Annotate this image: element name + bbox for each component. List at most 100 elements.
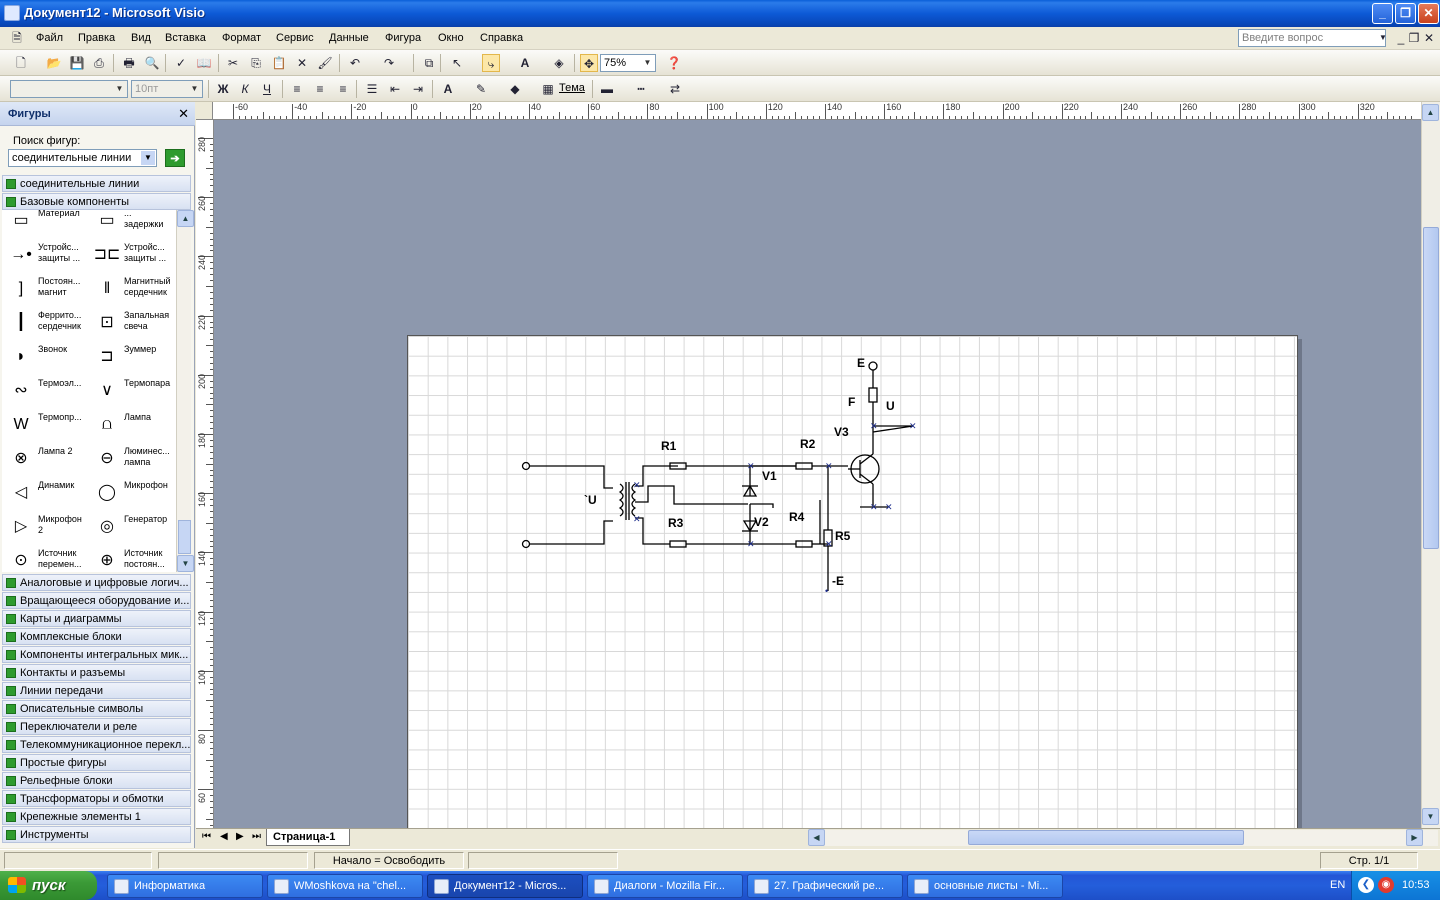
text-tool-icon[interactable]: A [516, 54, 534, 72]
shape-material[interactable]: ▭ Материал [2, 210, 86, 238]
zoom-select[interactable]: 75% ▼ [600, 54, 656, 72]
task-informatika[interactable]: Информатика [107, 874, 263, 898]
redo-icon[interactable]: ↷ [380, 54, 398, 72]
close-icon[interactable]: ✕ [178, 106, 189, 122]
stencil-item[interactable]: Телекоммуникационное перекл... [2, 736, 191, 753]
shape-permanent-magnet[interactable]: ] Постоян... магнит [2, 272, 86, 306]
stencil-item[interactable]: Простые фигуры [2, 754, 191, 771]
task-wmoshkova[interactable]: WMoshkova на "chel... [267, 874, 423, 898]
align-center-icon[interactable]: ≡ [311, 80, 329, 98]
menu-shape[interactable]: Фигура [385, 32, 421, 44]
menu-window[interactable]: Окно [438, 32, 464, 44]
horizontal-scroll-thumb[interactable] [968, 830, 1244, 845]
clock[interactable]: 10:53 [1402, 879, 1430, 891]
shape-bell[interactable]: ◗ Звонок [2, 340, 86, 374]
scroll-right-icon[interactable]: ▶ [1406, 829, 1423, 846]
format-painter-icon[interactable]: 🖌 [316, 54, 334, 72]
print-icon[interactable]: 🖶 [120, 54, 138, 72]
align-right-icon[interactable]: ≡ [334, 80, 352, 98]
help-dropdown-icon[interactable]: ▼ [1374, 29, 1392, 47]
scroll-thumb[interactable] [178, 520, 191, 554]
prev-page-icon[interactable]: ◀ [220, 831, 228, 842]
search-shapes-input[interactable]: соединительные линии ▼ [8, 149, 157, 167]
shape-thermocouple[interactable]: ∨ Термопара [88, 374, 172, 408]
stamp-tool-icon[interactable]: ◈ [550, 54, 568, 72]
stencil-item[interactable]: Компоненты интегральных мик... [2, 646, 191, 663]
delete-icon[interactable]: ✕ [293, 54, 311, 72]
paste-icon[interactable]: 📋 [270, 54, 288, 72]
vertical-scrollbar[interactable]: ▲ ▼ [1421, 102, 1440, 828]
shape-spark-plug[interactable]: ⊡ Запальная свеча [88, 306, 172, 340]
theme-button[interactable]: Тема [559, 82, 585, 94]
line-weight-icon[interactable]: ▬ [598, 80, 616, 98]
scroll-down-icon[interactable]: ▼ [1422, 808, 1439, 825]
stencil-item[interactable]: Рельефные блоки [2, 772, 191, 789]
shape-lamp[interactable]: ⩍ Лампа [88, 408, 172, 442]
shape-dc-source[interactable]: ⊕ Источник постоян... [88, 544, 172, 572]
shape-ferrite-core[interactable]: ┃ Феррито... сердечник [2, 306, 86, 340]
decrease-indent-icon[interactable]: ⇤ [386, 80, 404, 98]
permission-icon[interactable]: ⎙ [90, 54, 108, 72]
print-preview-icon[interactable]: 🔍 [143, 54, 161, 72]
horizontal-ruler[interactable]: -60 -40 -20 0 20 40 60 80 100 120 140 160 180 200 220 2… [213, 102, 1421, 120]
line-ends-icon[interactable]: ⇄ [666, 80, 684, 98]
shape-ac-source[interactable]: ⊙ Источник перемен... [2, 544, 86, 572]
increase-indent-icon[interactable]: ⇥ [409, 80, 427, 98]
open-icon[interactable]: 📂 [45, 54, 63, 72]
line-color-icon[interactable]: ✎ [472, 80, 490, 98]
task-osnovnye[interactable]: основные листы - Mi... [907, 874, 1063, 898]
font-name-select[interactable]: ▼ [10, 80, 128, 98]
shapes-window-icon[interactable]: ⧉ [420, 54, 438, 72]
italic-icon[interactable]: К [236, 80, 254, 98]
shape-lamp-2[interactable]: ⊗ Лампа 2 [2, 442, 86, 476]
horizontal-scrollbar[interactable]: ◀ ▶ [808, 829, 1438, 846]
underline-icon[interactable]: Ч [258, 80, 276, 98]
menu-help[interactable]: Справка [480, 32, 523, 44]
tab-page-1[interactable]: Страница-1 [266, 829, 350, 846]
stencil-item[interactable]: Вращающееся оборудование и... [2, 592, 191, 609]
shape-fluorescent-lamp[interactable]: ⊖ Люминес... лампа [88, 442, 172, 476]
visio-app-icon[interactable] [4, 5, 20, 21]
stencil-basic-components[interactable]: Базовые компоненты [2, 193, 191, 210]
task-word[interactable]: 27. Графический ре... [747, 874, 903, 898]
menu-insert[interactable]: Вставка [165, 32, 206, 44]
help-icon[interactable]: ❓ [665, 54, 683, 72]
save-icon[interactable]: 💾 [68, 54, 86, 72]
menu-edit[interactable]: Правка [78, 32, 115, 44]
vertical-ruler[interactable]: 280 260 240 220 200 180 160 140 120 100 80 60 [196, 120, 214, 828]
first-page-icon[interactable]: ⏮ [202, 831, 211, 842]
shape-protection-1[interactable]: →• Устройс... защиты ... [2, 238, 86, 272]
stencil-item[interactable]: Трансформаторы и обмотки [2, 790, 191, 807]
restore-button[interactable]: ❐ [1395, 3, 1416, 24]
task-visio[interactable]: Документ12 - Micros... [427, 874, 583, 898]
shape-microphone-2[interactable]: ▷ Микрофон 2 [2, 510, 86, 544]
start-button[interactable]: пуск [0, 871, 97, 900]
last-page-icon[interactable]: ⏭ [252, 831, 261, 842]
antivirus-icon[interactable]: ◉ [1378, 877, 1394, 893]
spelling-icon[interactable]: ✓ [172, 54, 190, 72]
bold-icon[interactable]: Ж [214, 80, 232, 98]
font-color-icon[interactable]: A [439, 80, 457, 98]
stencil-item[interactable]: Контакты и разъемы [2, 664, 191, 681]
shape-thermoelement[interactable]: ∾ Термоэл... [2, 374, 86, 408]
pan-zoom-icon[interactable]: ✥ [580, 54, 598, 72]
chevron-down-icon[interactable]: ▼ [141, 151, 155, 165]
theme-icon[interactable]: ▦ [539, 80, 557, 98]
shape-buzzer[interactable]: ⊐ Зуммер [88, 340, 172, 374]
shape-thermistor[interactable]: W Термопр... [2, 408, 86, 442]
pointer-tool-icon[interactable]: ↖ [448, 54, 466, 72]
copy-icon[interactable]: ⎘ [247, 54, 265, 72]
stencil-item[interactable]: Переключатели и реле [2, 718, 191, 735]
stencil-item[interactable]: Инструменты [2, 826, 191, 843]
shape-magnetic-core[interactable]: ‖ Магнитный сердечник [88, 272, 172, 306]
stencil-item[interactable]: Линии передачи [2, 682, 191, 699]
stencil-connectors[interactable]: соединительные линии [2, 175, 191, 192]
stencil-item[interactable]: Комплексные блоки [2, 628, 191, 645]
research-icon[interactable]: 📖 [195, 54, 213, 72]
stencil-item[interactable]: Крепежные элементы 1 [2, 808, 191, 825]
undo-icon[interactable]: ↶ [346, 54, 364, 72]
close-button[interactable]: ✕ [1418, 3, 1439, 24]
menu-format[interactable]: Формат [222, 32, 261, 44]
line-pattern-icon[interactable]: ┅ [632, 80, 650, 98]
menu-view[interactable]: Вид [131, 32, 151, 44]
